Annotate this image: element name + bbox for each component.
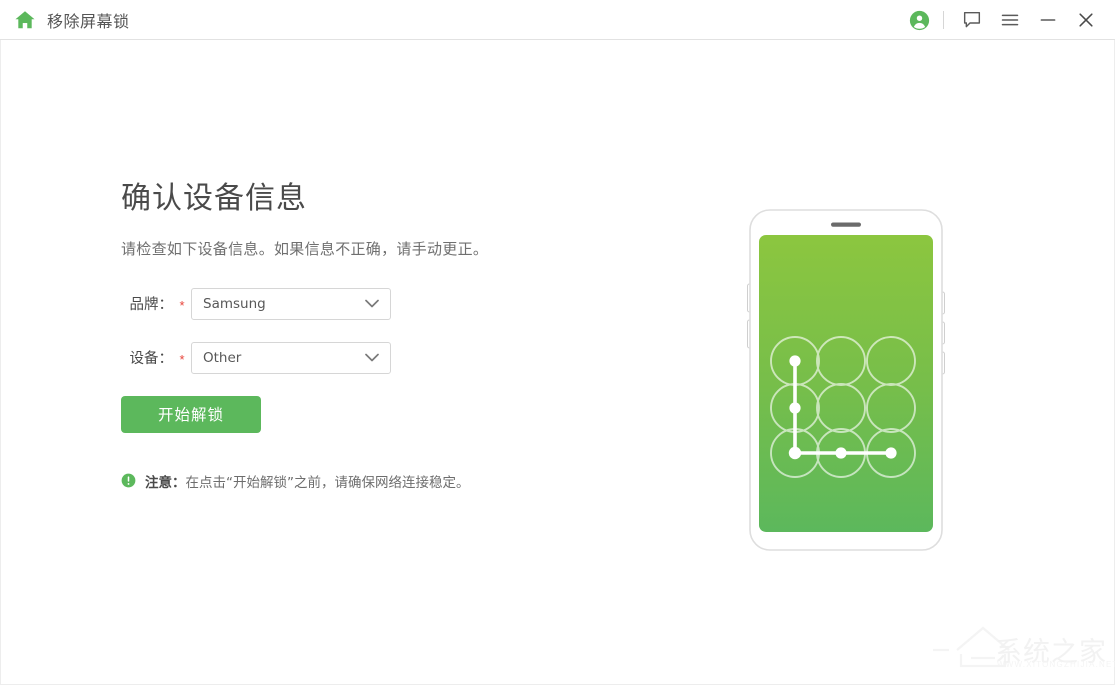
device-row: 设备： * Other: [121, 341, 641, 374]
title-bar-left: 移除屏幕锁: [0, 8, 130, 32]
account-circle-icon[interactable]: [900, 0, 938, 40]
device-info-form: 品牌： * Samsung 设备： * Other: [121, 287, 641, 374]
device-select[interactable]: Other: [191, 341, 391, 374]
watermark-subtext: WWW.XITONGZHIJIA.NET: [997, 660, 1115, 669]
hamburger-menu-icon[interactable]: [991, 0, 1029, 40]
app-window: 移除屏幕锁 确认设备信息 请检查如下设备信息。如果信息不正确，请手动更正。 品牌…: [0, 0, 1115, 685]
chevron-down-icon: [365, 349, 379, 367]
brand-label: 品牌：: [129, 297, 174, 313]
brand-required-mark: *: [179, 298, 185, 313]
network-note-text: 注意：在点击“开始解锁”之前，请确保网络连接稳定。: [145, 471, 470, 491]
chevron-down-icon: [365, 295, 379, 313]
app-title: 移除屏幕锁: [47, 11, 130, 31]
device-required-mark: *: [179, 352, 185, 367]
network-note-body: 在点击“开始解锁”之前，请确保网络连接稳定。: [185, 474, 470, 491]
network-note-prefix: 注意：: [145, 474, 186, 491]
brand-select-value: Samsung: [203, 295, 266, 312]
info-exclamation-icon: [121, 473, 136, 488]
chat-bubble-icon[interactable]: [953, 0, 991, 40]
watermark: 系统之家 WWW.XITONGZHIJIA.NET: [931, 610, 1115, 682]
titlebar-separator: [943, 11, 944, 29]
device-info-panel: 确认设备信息 请检查如下设备信息。如果信息不正确，请手动更正。 品牌： * Sa…: [121, 180, 641, 491]
page-subtitle: 请检查如下设备信息。如果信息不正确，请手动更正。: [121, 239, 489, 258]
start-unlock-button[interactable]: 开始解锁: [121, 395, 261, 433]
watermark-text: 系统之家: [995, 637, 1107, 668]
device-label: 设备：: [129, 351, 174, 367]
device-select-value: Other: [203, 349, 242, 366]
phone-pattern-lock-illustration: [746, 172, 946, 557]
brand-select[interactable]: Samsung: [191, 287, 391, 320]
minimize-icon[interactable]: [1029, 0, 1067, 40]
network-note: 注意：在点击“开始解锁”之前，请确保网络连接稳定。: [121, 471, 641, 491]
brand-row: 品牌： * Samsung: [121, 287, 641, 320]
title-bar: 移除屏幕锁: [0, 0, 1115, 40]
page-title: 确认设备信息: [121, 181, 307, 216]
title-bar-controls: [900, 0, 1115, 40]
content-area: 确认设备信息 请检查如下设备信息。如果信息不正确，请手动更正。 品牌： * Sa…: [0, 40, 1115, 685]
close-icon[interactable]: [1067, 0, 1105, 40]
home-icon[interactable]: [14, 9, 36, 31]
